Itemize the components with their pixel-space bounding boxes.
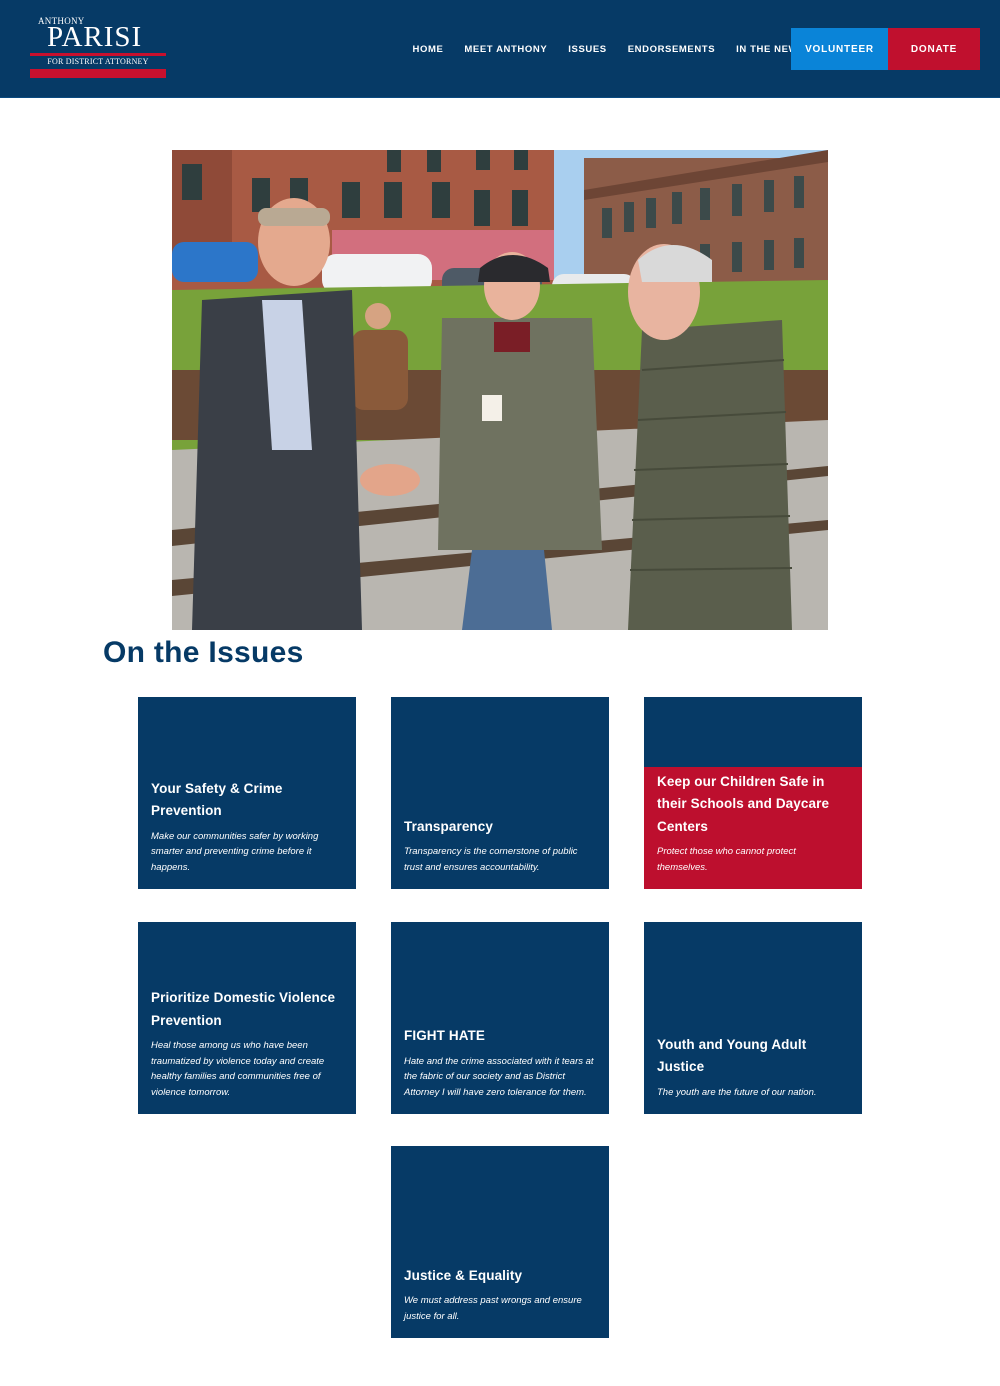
issue-title: Your Safety & Crime Prevention <box>151 780 283 819</box>
issue-card-body: Your Safety & Crime Prevention Make our … <box>138 778 356 890</box>
issue-title: Youth and Young Adult Justice <box>657 1036 807 1075</box>
issue-card-body: Prioritize Domestic Violence Prevention … <box>138 987 356 1114</box>
issue-description: Protect those who cannot protect themsel… <box>657 846 796 873</box>
issue-card-children-safety[interactable]: Keep our Children Safe in their Schools … <box>644 697 862 889</box>
nav-meet-anthony[interactable]: MEET ANTHONY <box>454 44 558 55</box>
issue-card-safety[interactable]: Your Safety & Crime Prevention Make our … <box>138 697 356 889</box>
logo-subtitle: FOR DISTRICT ATTORNEY <box>47 57 149 66</box>
campaign-logo[interactable]: ANTHONY PARISI FOR DISTRICT ATTORNEY <box>30 14 166 80</box>
site-header: ANTHONY PARISI FOR DISTRICT ATTORNEY HOM… <box>0 0 1000 98</box>
issue-card-body: Youth and Young Adult Justice The youth … <box>644 1034 862 1115</box>
issue-card-body: Justice & Equality We must address past … <box>391 1265 609 1339</box>
logo-red-bar <box>30 69 166 78</box>
issue-description: Make our communities safer by working sm… <box>151 830 319 873</box>
issue-card-youth-justice[interactable]: Youth and Young Adult Justice The youth … <box>644 922 862 1114</box>
issue-description: Transparency is the cornerstone of publi… <box>404 846 578 873</box>
nav-endorsements[interactable]: ENDORSEMENTS <box>617 44 725 55</box>
issue-description: Hate and the crime associated with it te… <box>404 1055 594 1098</box>
issue-card-body: FIGHT HATE Hate and the crime associated… <box>391 1025 609 1114</box>
hero-photo <box>172 150 828 630</box>
issue-title: Justice & Equality <box>404 1267 523 1283</box>
issue-card-body: Transparency Transparency is the corners… <box>391 816 609 890</box>
issue-card-fight-hate[interactable]: FIGHT HATE Hate and the crime associated… <box>391 922 609 1114</box>
issue-card-domestic-violence[interactable]: Prioritize Domestic Violence Prevention … <box>138 922 356 1114</box>
issue-card-justice-equality[interactable]: Justice & Equality We must address past … <box>391 1146 609 1338</box>
issue-description: Heal those among us who have been trauma… <box>151 1040 325 1098</box>
logo-last-name: PARISI <box>47 21 143 53</box>
issue-description: The youth are the future of our nation. <box>657 1086 817 1098</box>
main-nav: HOME MEET ANTHONY ISSUES ENDORSEMENTS IN… <box>402 28 816 70</box>
issue-title: Prioritize Domestic Violence Prevention <box>151 990 336 1028</box>
issue-title: FIGHT HATE <box>404 1028 485 1043</box>
issue-title: Transparency <box>404 818 493 834</box>
issue-card-body: Keep our Children Safe in their Schools … <box>644 766 862 889</box>
nav-home[interactable]: HOME <box>402 44 454 55</box>
logo-divider <box>30 53 166 56</box>
nav-issues[interactable]: ISSUES <box>558 44 617 55</box>
volunteer-button[interactable]: VOLUNTEER <box>791 28 888 70</box>
issue-description: We must address past wrongs and ensure j… <box>404 1295 582 1322</box>
issue-card-transparency[interactable]: Transparency Transparency is the corners… <box>391 697 609 889</box>
section-title: On the Issues <box>103 636 304 669</box>
donate-button[interactable]: DONATE <box>888 28 980 70</box>
issue-title: Keep our Children Safe in their Schools … <box>657 773 830 834</box>
